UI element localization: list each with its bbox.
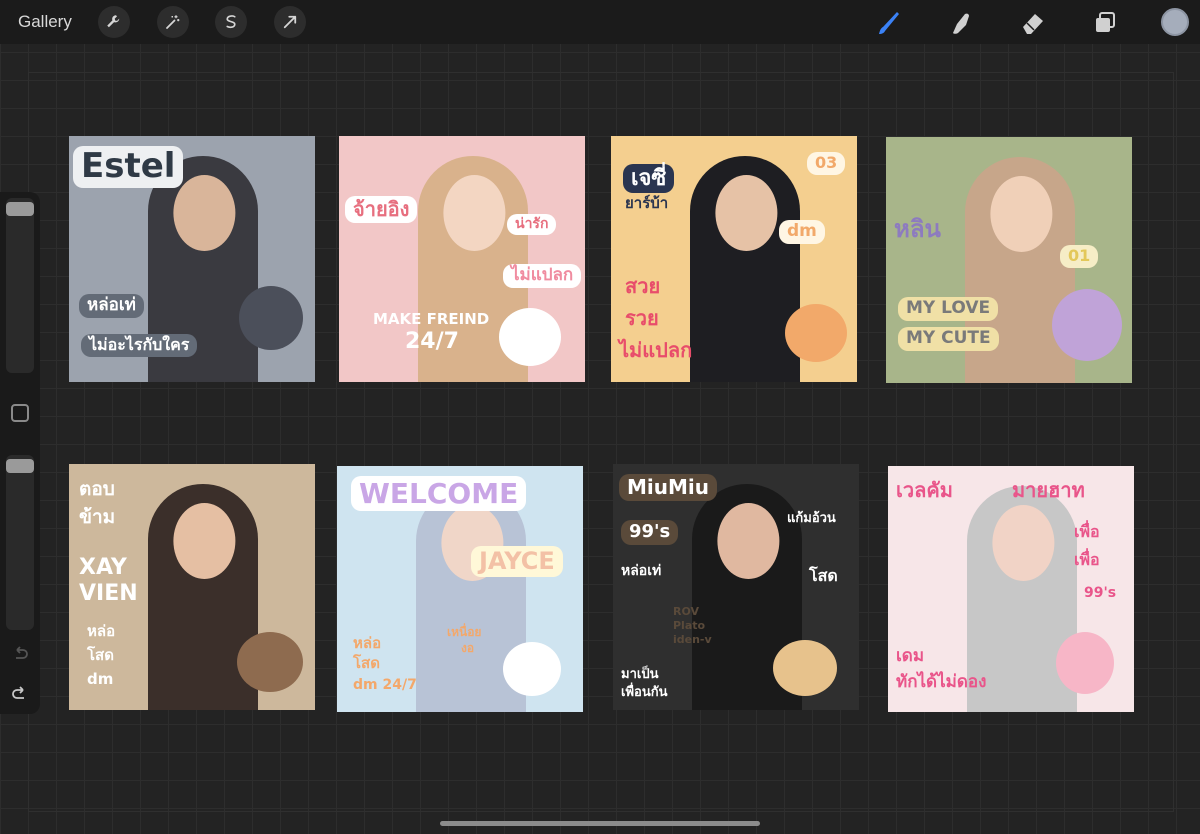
artwork-thumbnail[interactable]: Estel หล่อเท่ ไม่อะไรกับใคร — [69, 136, 315, 382]
sticker-text: ทักได้ไม่ดอง — [896, 672, 987, 692]
sticker-text: รวย — [625, 306, 659, 330]
sticker-text: MY LOVE — [898, 297, 999, 321]
artwork-thumbnail[interactable]: หลิน 01 MY LOVE MY CUTE — [886, 137, 1132, 383]
face — [990, 176, 1053, 253]
sticker-text: 03 — [807, 152, 846, 175]
sticker-text: MAKE FREIND — [373, 310, 490, 328]
brush-size-handle[interactable] — [6, 202, 34, 216]
sticker-text: สวย — [625, 274, 661, 298]
sticker-text: จ้ายอิง — [345, 196, 418, 223]
opacity-handle[interactable] — [6, 459, 34, 473]
sticker-text: หล่อ — [353, 634, 382, 652]
sticker-text: โสด — [353, 654, 380, 672]
sticker-text: WELCOME — [351, 476, 527, 512]
sticker-text: XAY — [79, 555, 127, 580]
sticker-text: dm — [87, 670, 114, 688]
sticker-text: เจซี่ — [623, 164, 675, 194]
artwork-thumbnail[interactable]: MiuMiu 99's แก้มอ้วน หล่อเท่ โสด ROV Pla… — [613, 464, 859, 710]
sticker-text: โสด — [809, 566, 838, 585]
opacity-slider[interactable] — [6, 455, 34, 630]
sticker-text: ROV — [673, 605, 700, 618]
sticker-text: มายฮาท — [1012, 478, 1085, 502]
sticker-text: ไม่แปลก — [503, 264, 582, 288]
sticker-text: Plato — [673, 619, 706, 632]
artwork-thumbnail[interactable]: WELCOME JAYCE หล่อ โสด dm 24/7 เหนื่อย ง… — [337, 466, 583, 712]
sticker-text: ข้าม — [79, 506, 116, 528]
brush-icon[interactable] — [875, 8, 905, 38]
modify-button[interactable] — [11, 404, 29, 422]
sticker-text: ตอบ — [79, 478, 115, 500]
face — [173, 175, 236, 252]
sticker-text: MiuMiu — [619, 474, 717, 501]
sticker-text: 99's — [1084, 585, 1117, 601]
home-indicator[interactable] — [440, 821, 760, 826]
face — [992, 505, 1055, 582]
wolf-sticker — [239, 286, 303, 350]
top-toolbar: Gallery — [0, 0, 1200, 44]
face — [717, 503, 780, 580]
sticker-text: 99's — [621, 520, 679, 545]
sticker-text: dm 24/7 — [353, 677, 417, 693]
sticker-text: 24/7 — [405, 329, 459, 354]
face — [715, 175, 778, 252]
sticker-text: มาเป็น — [621, 667, 659, 682]
artwork-thumbnail[interactable]: เจซี่ ยาร์บ้า 03 dm สวย รวย ไม่แปลก — [611, 136, 857, 382]
sticker-text: dm — [779, 220, 825, 244]
eraser-icon[interactable] — [1018, 8, 1048, 38]
sticker-text: 01 — [1060, 245, 1099, 268]
leopard-sticker — [773, 640, 837, 696]
sticker-text: น่ารัก — [507, 214, 557, 235]
face — [443, 175, 506, 252]
bear-sticker — [237, 632, 303, 692]
undo-icon[interactable] — [10, 644, 30, 664]
sticker-text: เพื่อ — [1074, 550, 1100, 569]
magic-wand-icon[interactable] — [157, 6, 189, 38]
sticker-text: หล่อเท่ — [79, 294, 144, 318]
sticker-text: JAYCE — [471, 546, 563, 578]
bunny-sticker — [1056, 632, 1114, 694]
sticker-text: เวลคัม — [896, 478, 953, 502]
sticker-text: Estel — [73, 146, 184, 188]
face — [173, 503, 236, 580]
sticker-text: แก้มอ้วน — [787, 511, 836, 526]
sticker-text: โสด — [87, 646, 114, 664]
wrench-icon[interactable] — [98, 6, 130, 38]
sticker-text: MY CUTE — [898, 327, 999, 351]
color-picker-swatch[interactable] — [1161, 8, 1189, 36]
sticker-text: หล่อ — [87, 622, 116, 640]
transform-arrow-icon[interactable] — [274, 6, 306, 38]
layers-icon[interactable] — [1090, 8, 1120, 38]
sticker-text: หล่อเท่ — [621, 563, 662, 579]
sticker-text: ยาร์บ้า — [625, 194, 669, 212]
bunny-sticker — [503, 642, 561, 696]
smudge-icon[interactable] — [946, 8, 976, 38]
sticker-text: เพื่อ — [1074, 522, 1100, 541]
left-sidebar — [0, 192, 40, 714]
selection-icon[interactable] — [215, 6, 247, 38]
artwork-thumbnail[interactable]: ตอบ ข้าม XAY VIEN หล่อ โสด dm — [69, 464, 315, 710]
sticker-text: เพื่อนกัน — [621, 685, 668, 700]
sticker-text: VIEN — [79, 581, 138, 606]
redo-icon[interactable] — [10, 684, 30, 704]
gallery-button[interactable]: Gallery — [18, 12, 72, 32]
cat-sticker — [499, 308, 561, 366]
sticker-text: หลิน — [894, 215, 941, 243]
artwork-thumbnail[interactable]: จ้ายอิง น่ารัก ไม่แปลก MAKE FREIND 24/7 — [339, 136, 585, 382]
sticker-text: ไม่อะไรกับใคร — [81, 334, 198, 357]
corgi-sticker — [785, 304, 847, 362]
sticker-text: เหนื่อย — [447, 625, 482, 639]
sticker-text: iden-v — [673, 633, 712, 646]
sticker-text: เดม — [896, 646, 925, 666]
artwork-thumbnail[interactable]: เวลคัม มายฮาท เพื่อ เพื่อ 99's เดม ทักได… — [888, 466, 1134, 712]
sticker-text: ไม่แปลก — [619, 338, 693, 362]
brush-size-slider[interactable] — [6, 198, 34, 373]
bear-sticker — [1052, 289, 1122, 361]
sticker-text: งอ — [461, 641, 475, 655]
